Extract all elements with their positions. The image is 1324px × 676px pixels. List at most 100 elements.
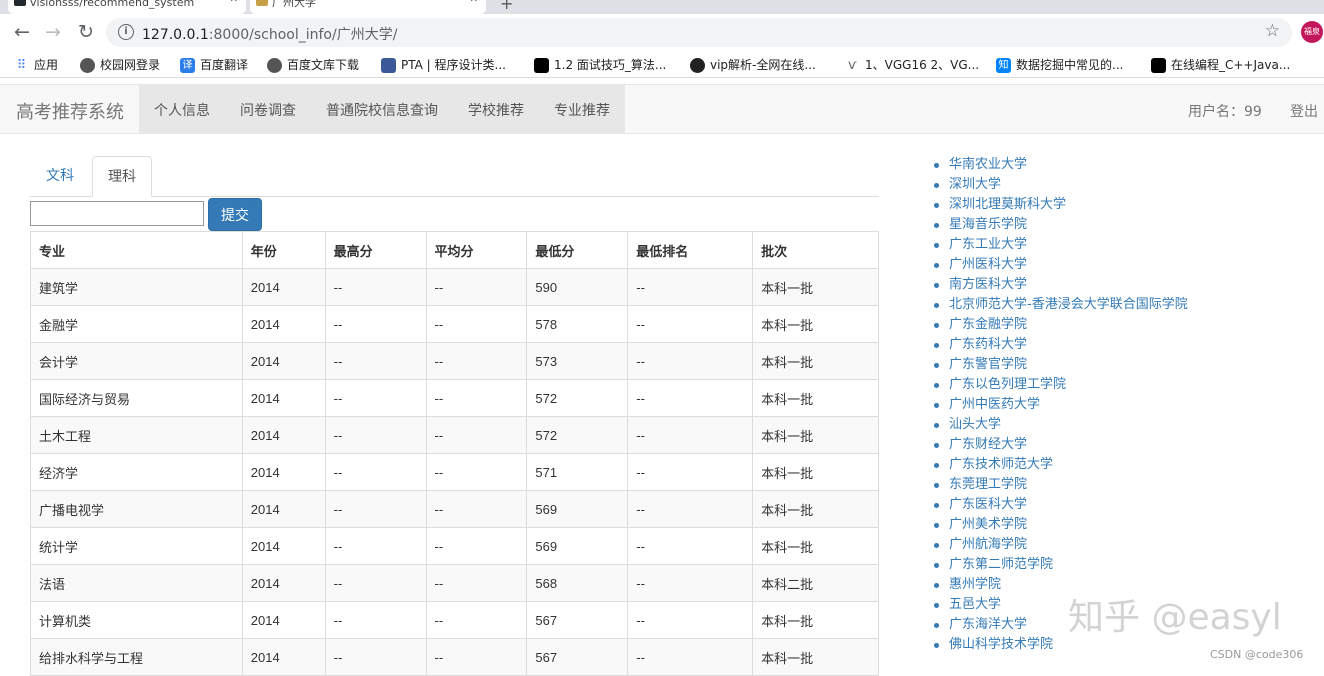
- cell-major: 金融学: [30, 305, 243, 343]
- brand-title[interactable]: 高考推荐系统: [16, 98, 124, 124]
- school-link[interactable]: 星海音乐学院: [931, 216, 1188, 236]
- bookmark-item[interactable]: 知 数据挖掘中常见的...: [996, 56, 1123, 74]
- cell-rank: --: [627, 638, 754, 676]
- school-link[interactable]: 广州美术学院: [931, 516, 1188, 536]
- school-link[interactable]: 北京师范大学-香港浸会大学联合国际学院: [931, 296, 1188, 316]
- url-text[interactable]: 127.0.0.1:8000/school_info/广州大学/: [142, 24, 397, 44]
- logout-link[interactable]: 登出: [1290, 101, 1318, 121]
- bookmark-star-icon[interactable]: ☆: [1265, 21, 1280, 41]
- school-link[interactable]: 东莞理工学院: [931, 476, 1188, 496]
- cell-year: 2014: [241, 379, 326, 417]
- zhihu-watermark: 知乎 @easyl: [1068, 597, 1282, 638]
- school-link[interactable]: 华南农业大学: [931, 156, 1188, 176]
- tab-like[interactable]: 理科: [92, 156, 152, 197]
- nav-item-survey[interactable]: 问卷调查: [240, 100, 296, 120]
- bookmark-apps[interactable]: ⠿ 应用: [14, 56, 58, 74]
- cell-year: 2014: [241, 638, 326, 676]
- back-arrow-icon[interactable]: ←: [10, 20, 34, 44]
- table-row: 土木工程 2014 -- -- 572 -- 本科一批: [30, 416, 879, 454]
- cell-batch: 本科一批: [752, 638, 879, 676]
- nav-item-school-recommend[interactable]: 学校推荐: [468, 100, 524, 120]
- cell-avg: --: [425, 601, 528, 639]
- bookmark-label: 百度翻译: [200, 58, 249, 72]
- username-label: 用户名：99: [1188, 104, 1262, 120]
- cell-max: --: [324, 342, 427, 380]
- cell-min: 567: [526, 638, 629, 676]
- cell-rank: --: [627, 379, 754, 417]
- cell-batch: 本科一批: [752, 305, 879, 343]
- cell-batch: 本科一批: [752, 601, 879, 639]
- nav-item-major-recommend[interactable]: 专业推荐: [554, 100, 610, 120]
- address-bar[interactable]: i 127.0.0.1:8000/school_info/广州大学/ ☆: [106, 18, 1292, 47]
- github-icon: [14, 0, 26, 6]
- table-row: 给排水科学与工程 2014 -- -- 567 -- 本科一批: [30, 638, 879, 676]
- reload-icon[interactable]: ↻: [74, 20, 98, 44]
- header-min-score: 最低分: [526, 231, 629, 269]
- tab-wenke[interactable]: 文科: [30, 156, 90, 197]
- cell-rank: --: [627, 453, 754, 491]
- cell-min: 572: [526, 379, 629, 417]
- bookmark-item[interactable]: 校园网登录: [80, 56, 160, 74]
- table-row: 国际经济与贸易 2014 -- -- 572 -- 本科一批: [30, 379, 879, 417]
- school-link[interactable]: 深圳大学: [931, 176, 1188, 196]
- school-link[interactable]: 广东金融学院: [931, 316, 1188, 336]
- profile-avatar[interactable]: 福泉: [1301, 21, 1323, 43]
- bookmark-item[interactable]: 在线编程_C++Java...: [1151, 56, 1290, 74]
- close-icon[interactable]: ✕: [230, 0, 238, 5]
- cell-max: --: [324, 379, 427, 417]
- nav-item-school-query[interactable]: 普通院校信息查询: [326, 100, 438, 120]
- school-link[interactable]: 汕头大学: [931, 416, 1188, 436]
- bookmark-item[interactable]: 1.2 面试技巧_算法...: [534, 56, 666, 74]
- school-link[interactable]: 广州中医药大学: [931, 396, 1188, 416]
- cell-rank: --: [627, 564, 754, 602]
- bookmark-item[interactable]: ѵ 1、VGG16 2、VG...: [845, 56, 979, 74]
- cell-max: --: [324, 638, 427, 676]
- info-icon[interactable]: i: [118, 24, 134, 40]
- major-search-input[interactable]: [30, 201, 204, 226]
- cell-year: 2014: [241, 305, 326, 343]
- school-link[interactable]: 广东工业大学: [931, 236, 1188, 256]
- cell-min: 568: [526, 564, 629, 602]
- bookmark-item[interactable]: PTA | 程序设计类...: [381, 56, 506, 74]
- school-link[interactable]: 广东警官学院: [931, 356, 1188, 376]
- cell-major: 经济学: [30, 453, 243, 491]
- close-icon[interactable]: ✕: [470, 0, 478, 5]
- cell-avg: --: [425, 305, 528, 343]
- browser-tab-school[interactable]: 广州大学 ✕: [250, 0, 486, 14]
- cell-min: 572: [526, 416, 629, 454]
- niuke-icon: [1151, 58, 1166, 73]
- bookmark-item[interactable]: 百度文库下载: [267, 56, 359, 74]
- csdn-icon: ѵ: [848, 58, 857, 73]
- bookmark-item[interactable]: 译 百度翻译: [180, 56, 248, 74]
- submit-button[interactable]: 提交: [208, 198, 262, 231]
- forward-arrow-icon[interactable]: →: [41, 20, 65, 44]
- school-link[interactable]: 广东以色列理工学院: [931, 376, 1188, 396]
- school-link[interactable]: 广东药科大学: [931, 336, 1188, 356]
- niuke-icon: [534, 58, 549, 73]
- header-max-score: 最高分: [324, 231, 427, 269]
- school-link[interactable]: 广州航海学院: [931, 536, 1188, 556]
- table-header-row: 专业 年份 最高分 平均分 最低分 最低排名 批次: [30, 231, 879, 269]
- school-link[interactable]: 深圳北理莫斯科大学: [931, 196, 1188, 216]
- nav-item-profile[interactable]: 个人信息: [154, 100, 210, 120]
- cell-batch: 本科一批: [752, 490, 879, 528]
- bookmark-label: 1、VGG16 2、VG...: [865, 58, 980, 72]
- school-link[interactable]: 广州医科大学: [931, 256, 1188, 276]
- table-row: 法语 2014 -- -- 568 -- 本科二批: [30, 564, 879, 602]
- school-link[interactable]: 广东技术师范大学: [931, 456, 1188, 476]
- cell-batch: 本科二批: [752, 564, 879, 602]
- school-link[interactable]: 南方医科大学: [931, 276, 1188, 296]
- school-link[interactable]: 广东医科大学: [931, 496, 1188, 516]
- cell-batch: 本科一批: [752, 527, 879, 565]
- cell-batch: 本科一批: [752, 416, 879, 454]
- browser-tab-github[interactable]: visionsss/recommend_system ✕: [8, 0, 246, 14]
- cell-min: 590: [526, 268, 629, 306]
- cell-rank: --: [627, 342, 754, 380]
- cell-avg: --: [425, 342, 528, 380]
- bookmark-item[interactable]: vip解析-全网在线...: [690, 56, 816, 74]
- new-tab-button[interactable]: +: [500, 0, 513, 13]
- cell-min: 578: [526, 305, 629, 343]
- school-link[interactable]: 广东第二师范学院: [931, 556, 1188, 576]
- school-link[interactable]: 广东财经大学: [931, 436, 1188, 456]
- cell-max: --: [324, 527, 427, 565]
